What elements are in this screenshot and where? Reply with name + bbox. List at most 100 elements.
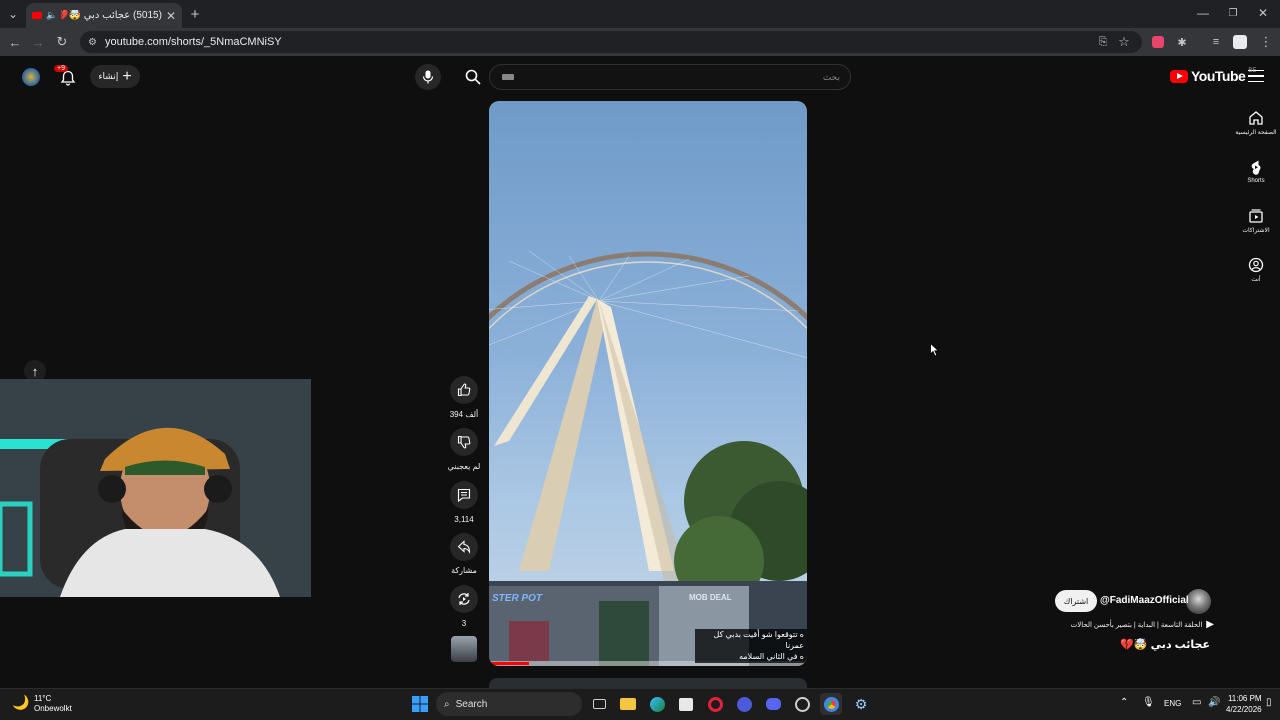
start-windows-icon[interactable] xyxy=(409,693,431,715)
you-icon xyxy=(1248,257,1264,273)
sound-thumbnail[interactable] xyxy=(451,636,477,662)
nav-home[interactable]: الصفحة الرئيسية xyxy=(1230,110,1280,136)
reload-icon[interactable]: ↻ xyxy=(52,32,72,52)
search-button[interactable] xyxy=(453,64,493,90)
thumbs-down-icon xyxy=(457,435,471,449)
nav-home-label: الصفحة الرئيسية xyxy=(1235,130,1277,136)
channel-name[interactable]: @FadiMaazOfficial xyxy=(1100,595,1189,606)
voice-search-button[interactable] xyxy=(415,64,441,90)
taskbar-search-icon: ⌕ xyxy=(444,698,450,710)
nav-subscriptions[interactable]: الاشتراكات xyxy=(1230,208,1280,234)
bell-icon xyxy=(60,70,76,86)
store-icon[interactable] xyxy=(675,693,697,715)
tab-title: (5015) عجائب دبي 🤯💔 - ... xyxy=(61,10,162,21)
clock-date: 4/22/2026 xyxy=(1226,705,1262,715)
youtube-play-icon xyxy=(1170,69,1188,83)
volume-icon[interactable]: 🔊 xyxy=(1208,697,1220,708)
clock[interactable]: 11:06 PM 4/22/2026 xyxy=(1226,693,1262,715)
youtube-logo[interactable]: YouTube BE xyxy=(1170,68,1256,84)
language-indicator[interactable]: ENG xyxy=(1164,699,1181,708)
tab-search-chevron-icon[interactable]: ⌄ xyxy=(4,6,22,22)
tab-audio-icon[interactable]: 🔈 xyxy=(46,10,57,21)
next-short-preview[interactable] xyxy=(489,678,807,688)
video-frame xyxy=(489,250,807,666)
discord-icon[interactable] xyxy=(762,693,784,715)
weather-desc: Onbewolkt xyxy=(34,704,72,714)
browser-menu-icon[interactable]: ⋮ xyxy=(1256,32,1276,52)
media-controls-icon[interactable]: ≡ xyxy=(1206,32,1226,52)
share-button[interactable] xyxy=(450,533,478,561)
window-close-icon[interactable]: ✕ xyxy=(1256,5,1270,21)
tab-close-icon[interactable]: ✕ xyxy=(166,9,176,23)
caption-line-1: ه تتوقعوا شو أقيت بدبي كل عمرنا xyxy=(713,630,804,650)
settings-gear-icon[interactable]: ⚙ xyxy=(850,693,872,715)
tray-chevron-icon[interactable]: ⌃ xyxy=(1120,697,1128,708)
extension-red-icon[interactable] xyxy=(1148,32,1168,52)
restore-icon[interactable]: ❐ xyxy=(1226,5,1240,21)
region-code: BE xyxy=(1248,68,1257,74)
chrome-icon[interactable] xyxy=(820,693,842,715)
remix-button[interactable] xyxy=(450,585,478,613)
playlist-link[interactable]: الحلقة التاسعة | البداية | بتصير بأحسن ا… xyxy=(1054,619,1214,630)
edge-icon[interactable] xyxy=(646,693,668,715)
notification-center-icon[interactable]: ▯ xyxy=(1266,697,1272,708)
comments-button[interactable] xyxy=(450,481,478,509)
weather-moon-icon[interactable]: 🌙 xyxy=(12,694,29,711)
share-icon xyxy=(457,540,471,554)
app-icon-gray[interactable] xyxy=(791,693,813,715)
taskbar-search-label: Search xyxy=(455,698,488,710)
bookmark-star-icon[interactable]: ☆ xyxy=(1114,32,1134,52)
home-icon xyxy=(1249,111,1263,125)
microphone-icon xyxy=(422,70,434,84)
nav-shorts[interactable]: Shorts xyxy=(1230,159,1280,184)
profile-icon[interactable] xyxy=(1230,32,1250,52)
search-input[interactable]: بحث xyxy=(489,64,851,90)
short-video-player[interactable]: STER POT MOB DEAL ه تتوقعوا شو أقيت بدبي… xyxy=(489,101,807,666)
network-icon[interactable]: ▭ xyxy=(1192,697,1201,708)
nav-you[interactable]: أنت xyxy=(1230,257,1280,283)
forward-icon[interactable]: → xyxy=(28,32,48,52)
webcam-feed xyxy=(0,379,311,597)
dislike-button[interactable] xyxy=(450,428,478,456)
install-app-icon[interactable]: ⎘ xyxy=(1093,32,1113,52)
weather-widget[interactable]: 11°C Onbewolkt xyxy=(34,694,72,715)
site-info-icon[interactable]: ⚙ xyxy=(88,37,97,48)
keyboard-icon[interactable] xyxy=(502,74,514,80)
channel-avatar[interactable] xyxy=(1186,589,1211,614)
opera-icon[interactable] xyxy=(704,693,726,715)
like-count: 394 ألف xyxy=(449,410,479,419)
thumbs-up-icon xyxy=(457,383,471,397)
taskbar-search[interactable]: ⌕ Search xyxy=(436,692,582,716)
address-bar[interactable]: ⚙ youtube.com/shorts/_5NmaCMNiSY xyxy=(80,31,1142,53)
notification-badge: +9 xyxy=(54,65,68,72)
mouse-cursor-icon xyxy=(930,343,940,357)
comment-count: 3,114 xyxy=(454,515,474,524)
nav-you-label: أنت xyxy=(1251,277,1261,283)
create-label: إنشاء xyxy=(98,71,119,81)
extensions-puzzle-icon[interactable]: ✱ xyxy=(1172,32,1192,52)
playlist-play-icon: ▶ xyxy=(1206,619,1214,630)
new-tab-button[interactable]: + xyxy=(186,6,204,23)
task-view-icon[interactable] xyxy=(588,693,610,715)
like-button[interactable] xyxy=(450,376,478,404)
tab-active[interactable]: 🔈 (5015) عجائب دبي 🤯💔 - ... ✕ xyxy=(26,3,182,28)
remix-count: 3 xyxy=(461,619,467,628)
dislike-label: لم يعجبني xyxy=(447,462,481,471)
tab-favicon-icon xyxy=(32,12,42,19)
notifications-button[interactable]: +9 xyxy=(54,65,76,86)
create-button[interactable]: إنشاء + xyxy=(90,65,140,88)
share-label: مشاركة xyxy=(451,566,477,575)
shorts-icon xyxy=(1251,160,1261,175)
app-icon-blue[interactable] xyxy=(733,693,755,715)
youtube-logo-text: YouTube xyxy=(1191,68,1246,84)
tray-mic-icon[interactable]: 🎙 xyxy=(1142,697,1155,708)
account-avatar[interactable] xyxy=(22,68,40,86)
remix-icon xyxy=(458,593,470,605)
plus-icon: + xyxy=(122,67,132,85)
clock-time: 11:06 PM xyxy=(1227,694,1262,703)
file-explorer-icon[interactable] xyxy=(617,693,639,715)
taskbar xyxy=(0,688,1280,720)
minimize-icon[interactable]: — xyxy=(1196,5,1210,21)
subscribe-button[interactable]: اشتراك xyxy=(1055,590,1097,612)
back-icon[interactable]: ← xyxy=(5,32,25,52)
